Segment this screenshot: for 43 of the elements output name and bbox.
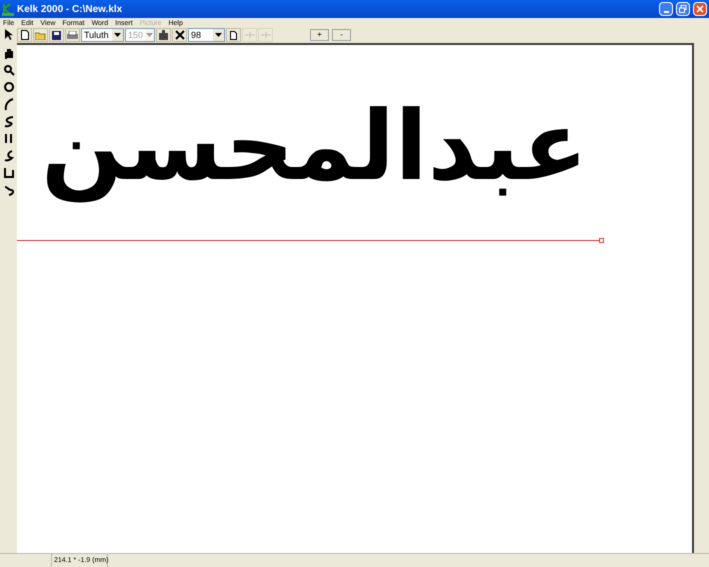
tool-button[interactable] — [156, 28, 171, 42]
combo-value: 98 — [190, 30, 202, 40]
drawing-canvas[interactable]: عبدالمحسن — [17, 43, 694, 553]
pointer-icon[interactable] — [4, 29, 13, 41]
calligraphy-text: عبدالمحسن — [41, 89, 588, 204]
wave-tool-icon[interactable] — [2, 183, 14, 196]
app-logo-icon — [2, 2, 14, 16]
restore-button[interactable] — [676, 2, 690, 16]
open-folder-icon — [35, 30, 46, 40]
expand-icon — [244, 32, 254, 38]
minimize-button[interactable] — [659, 2, 673, 16]
dot-tool-icon[interactable] — [2, 81, 14, 94]
zoom-out-button[interactable]: - — [332, 29, 351, 41]
save-button[interactable] — [49, 28, 64, 42]
zoom-in-button[interactable]: + — [310, 29, 329, 41]
bars-tool-icon[interactable] — [2, 132, 14, 145]
combo-value: Tuluth — [83, 30, 110, 40]
print-icon — [67, 30, 78, 40]
restore-icon — [679, 5, 687, 13]
close-icon — [696, 5, 704, 13]
tools-icon — [174, 30, 184, 40]
baseline-handle[interactable] — [599, 238, 604, 244]
loop-tool-icon[interactable] — [2, 166, 14, 179]
close-button[interactable] — [693, 2, 707, 16]
page-icon — [230, 30, 237, 40]
page-button[interactable] — [226, 28, 241, 42]
combo-value: 150 — [127, 30, 144, 40]
print-button[interactable] — [65, 28, 80, 42]
curve-tool-icon[interactable] — [2, 115, 14, 128]
new-file-icon — [20, 30, 28, 40]
font-combo[interactable]: Tuluth — [81, 28, 124, 42]
zoom-combo[interactable]: 98 — [188, 28, 225, 42]
save-icon — [52, 30, 61, 40]
tools-button[interactable] — [172, 28, 187, 42]
zoom-icon[interactable] — [2, 64, 14, 77]
new-file-button[interactable] — [17, 28, 32, 42]
minimize-icon — [664, 11, 668, 13]
hook-tool-icon[interactable] — [2, 149, 14, 162]
collapse-icon — [260, 32, 270, 38]
tool-icon — [159, 30, 168, 40]
window-title: Kelk 2000 - C:\New.klx — [17, 2, 124, 16]
open-folder-button[interactable] — [33, 28, 48, 42]
stroke-tool-icon[interactable] — [2, 98, 14, 111]
